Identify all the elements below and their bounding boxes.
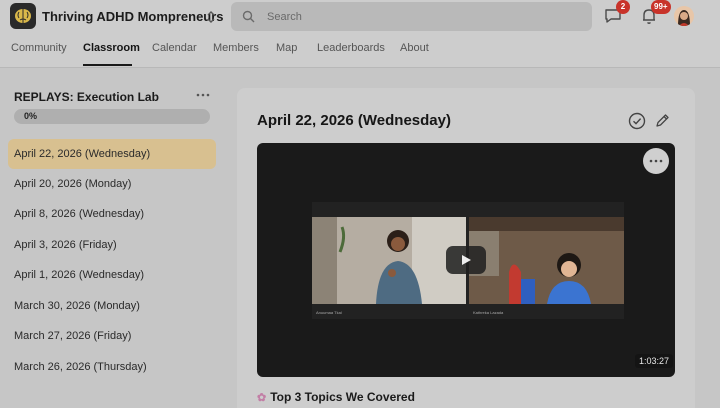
- group-logo[interactable]: [10, 3, 36, 29]
- video-options-button[interactable]: [643, 148, 669, 174]
- tab-map[interactable]: Map: [276, 42, 297, 54]
- more-icon[interactable]: [196, 90, 210, 100]
- section-heading: ✿ Top 3 Topics We Covered: [257, 390, 415, 404]
- lesson-item[interactable]: April 22, 2026 (Wednesday): [8, 139, 216, 169]
- search-input[interactable]: [267, 8, 577, 26]
- course-title: REPLAYS: Execution Lab: [14, 90, 159, 104]
- lesson-item[interactable]: April 20, 2026 (Monday): [8, 169, 216, 199]
- chevron-up-down-icon[interactable]: [205, 8, 217, 26]
- mark-complete-icon[interactable]: [628, 112, 646, 130]
- search-bar[interactable]: [231, 2, 592, 31]
- brain-icon: ✿: [257, 392, 267, 404]
- lesson-item[interactable]: March 30, 2026 (Monday): [8, 291, 216, 321]
- brain-icon: [15, 9, 31, 23]
- video-thumbnail: Anuumaa Tkal Kathreka Lazada: [312, 202, 624, 319]
- course-progress-bar: 0%: [14, 109, 210, 124]
- user-avatar[interactable]: [674, 6, 694, 26]
- lesson-item[interactable]: April 8, 2026 (Wednesday): [8, 199, 216, 229]
- lesson-content-card: April 22, 2026 (Wednesday) Anuumaa Tkal …: [237, 88, 695, 408]
- play-icon: [462, 255, 471, 265]
- active-tab-indicator: [83, 64, 132, 66]
- search-icon: [242, 10, 255, 23]
- lesson-item[interactable]: April 3, 2026 (Friday): [8, 230, 216, 260]
- lesson-title: April 22, 2026 (Wednesday): [257, 112, 451, 129]
- lesson-item[interactable]: April 1, 2026 (Wednesday): [8, 260, 216, 290]
- tab-leaderboards[interactable]: Leaderboards: [317, 42, 385, 54]
- participant-name-right: Kathreka Lazada: [473, 310, 504, 315]
- notifications-button[interactable]: 99+: [639, 0, 671, 26]
- chat-button[interactable]: 2: [603, 0, 630, 26]
- participant-name-left: Anuumaa Tkal: [316, 310, 342, 315]
- video-pane-left: [312, 217, 466, 304]
- tab-community[interactable]: Community: [11, 42, 67, 54]
- tab-calendar[interactable]: Calendar: [152, 42, 197, 54]
- more-icon: [649, 159, 663, 163]
- video-player[interactable]: Anuumaa Tkal Kathreka Lazada 1:03:27: [257, 143, 675, 377]
- video-duration: 1:03:27: [635, 354, 674, 368]
- lesson-item[interactable]: March 26, 2026 (Thursday): [8, 352, 216, 382]
- group-name[interactable]: Thriving ADHD Mompreneurs: [42, 9, 224, 24]
- notification-badge: 99+: [651, 0, 671, 14]
- course-sidebar: REPLAYS: Execution Lab 0% April 22, 2026…: [0, 69, 225, 408]
- tab-members[interactable]: Members: [213, 42, 259, 54]
- top-bar: Thriving ADHD Mompreneurs 2 99+: [0, 0, 720, 34]
- chat-badge: 2: [616, 0, 630, 14]
- lesson-item[interactable]: March 27, 2026 (Friday): [8, 321, 216, 351]
- nav-tabs: Community Classroom Calendar Members Map…: [0, 34, 720, 68]
- tab-classroom[interactable]: Classroom: [83, 42, 140, 54]
- section-heading-text: Top 3 Topics We Covered: [270, 390, 415, 404]
- play-button[interactable]: [446, 246, 486, 274]
- course-progress-label: 0%: [24, 111, 38, 121]
- tab-about[interactable]: About: [400, 42, 429, 54]
- video-pane-right: [469, 217, 624, 304]
- edit-icon[interactable]: [655, 113, 670, 128]
